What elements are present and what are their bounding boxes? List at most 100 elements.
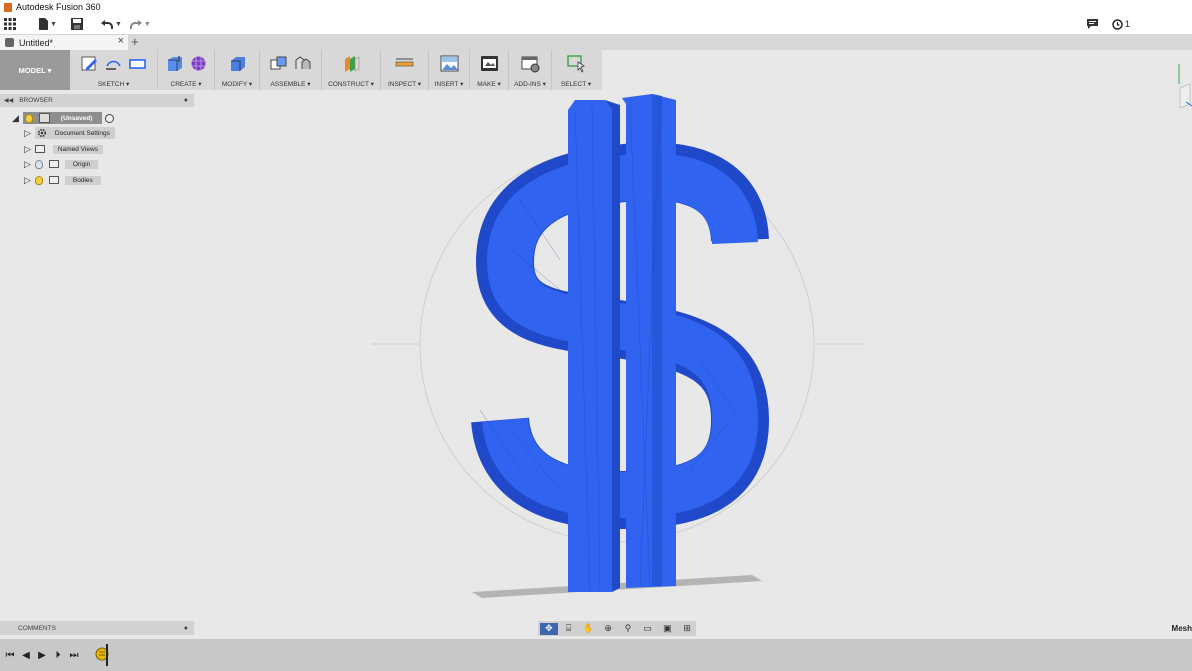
comments-panel-header[interactable]: COMMENTS ●: [0, 621, 194, 635]
sketch-group-label: SKETCH ▾: [97, 81, 130, 88]
expand-arrow-icon[interactable]: ▷: [24, 175, 31, 186]
new-component-icon[interactable]: [269, 54, 288, 73]
orbit-mode-icon[interactable]: ✥: [540, 622, 558, 635]
step-back-icon[interactable]: ◀: [18, 650, 34, 661]
tree-item-origin[interactable]: ▷ Origin: [24, 158, 99, 170]
insert-group[interactable]: INSERT ▾: [429, 50, 470, 90]
go-to-end-icon[interactable]: ⏭: [66, 650, 82, 661]
app-grid-button[interactable]: [0, 15, 20, 33]
3d-print-icon[interactable]: [480, 54, 499, 73]
step-forward-icon[interactable]: ⏵: [50, 650, 66, 661]
create-sketch-icon[interactable]: [80, 54, 99, 73]
undo-button[interactable]: ▼: [97, 15, 126, 33]
collapse-browser-icon[interactable]: ◀◀: [4, 97, 13, 104]
zoom-window-icon[interactable]: ⊕: [599, 623, 617, 635]
assemble-group[interactable]: ASSEMBLE ▾: [260, 50, 322, 90]
inspect-group[interactable]: INSPECT ▾: [381, 50, 429, 90]
fusion-logo-icon: [4, 2, 12, 12]
expand-arrow-icon[interactable]: ▷: [24, 128, 31, 139]
tree-root-unsaved[interactable]: ◢ (Unsaved): [12, 112, 115, 124]
create-group[interactable]: CREATE ▾: [158, 50, 215, 90]
construct-group[interactable]: CONSTRUCT ▾: [322, 50, 381, 90]
window-title: Autodesk Fusion 360: [16, 2, 101, 12]
save-button[interactable]: [67, 15, 87, 33]
expand-arrow-icon[interactable]: ▷: [24, 144, 31, 155]
sketch-line-icon[interactable]: [104, 54, 123, 73]
gear-icon: [37, 128, 46, 138]
go-to-start-icon[interactable]: ⏮: [2, 650, 18, 661]
ribbon-toolbar: MODEL ▾ SKETCH ▾ CREATE ▾ MODIFY ▾ ASSEM…: [0, 50, 602, 90]
expand-arrow-icon[interactable]: ▷: [24, 159, 31, 170]
grid-settings-icon[interactable]: ⊞: [678, 623, 696, 635]
folder-icon: [34, 145, 45, 153]
viewcube[interactable]: [1176, 62, 1192, 112]
create-group-label: CREATE ▾: [170, 81, 202, 88]
display-settings-icon[interactable]: ▭: [639, 623, 657, 635]
insert-group-label: INSERT ▾: [434, 81, 464, 88]
dollar-bar-left: [568, 100, 612, 592]
pan-hand-icon[interactable]: ✋: [580, 623, 598, 635]
sketch-rectangle-icon[interactable]: [128, 54, 147, 73]
select-group[interactable]: SELECT ▾: [552, 50, 600, 90]
named-views-label: Named Views: [52, 144, 103, 154]
grid-icon: [4, 18, 16, 30]
visibility-bulb-off-icon[interactable]: [34, 159, 43, 169]
tree-item-document-settings[interactable]: ▷ Document Settings: [24, 127, 115, 139]
inspect-group-label: INSPECT ▾: [387, 81, 422, 88]
comments-title: COMMENTS: [18, 624, 56, 632]
collapse-arrow-icon[interactable]: ◢: [12, 113, 19, 124]
extrude-icon[interactable]: [165, 54, 184, 73]
add-comment-icon[interactable]: ●: [184, 625, 188, 632]
modify-group[interactable]: MODIFY ▾: [215, 50, 260, 90]
document-icon: [5, 38, 14, 47]
redo-button[interactable]: ▼: [126, 15, 155, 33]
press-pull-icon[interactable]: [228, 54, 247, 73]
look-at-icon[interactable]: ⌸: [560, 623, 578, 635]
visibility-bulb-icon[interactable]: [34, 175, 43, 185]
browser-options-icon[interactable]: ●: [184, 97, 188, 104]
component-icon: [38, 113, 50, 123]
make-group[interactable]: MAKE ▾: [470, 50, 509, 90]
activate-component-icon[interactable]: [105, 113, 115, 123]
dollar-sign-model: [471, 94, 770, 598]
document-tab-label: Untitled*: [19, 37, 54, 48]
tree-item-bodies[interactable]: ▷ Bodies: [24, 174, 101, 186]
add-ins-group[interactable]: ADD-INS ▾: [509, 50, 552, 90]
visibility-bulb-icon[interactable]: [24, 113, 33, 123]
timeline-mesh-feature-icon[interactable]: [94, 644, 112, 666]
workspace-switcher[interactable]: MODEL ▾: [0, 50, 70, 90]
job-status-count: 1: [1124, 19, 1130, 29]
comment-icon[interactable]: [1086, 19, 1098, 29]
undo-icon: [100, 20, 113, 29]
sketch-group[interactable]: SKETCH ▾: [70, 50, 158, 90]
offset-plane-icon[interactable]: [342, 54, 361, 73]
joint-icon[interactable]: [293, 54, 312, 73]
job-status-button[interactable]: 1: [1112, 18, 1130, 30]
bodies-label: Bodies: [64, 175, 101, 185]
select-icon[interactable]: [566, 54, 586, 73]
save-icon: [70, 18, 83, 30]
file-menu-button[interactable]: ▼: [34, 15, 61, 33]
document-settings-label: Document Settings: [54, 129, 110, 137]
close-tab-icon[interactable]: ×: [118, 35, 124, 47]
insert-image-icon[interactable]: [440, 54, 459, 73]
folder-icon: [48, 160, 59, 168]
new-tab-button[interactable]: +: [131, 34, 139, 49]
orbit-circle: [419, 147, 815, 543]
visual-style-icon[interactable]: ▣: [659, 623, 677, 635]
root-node: (Unsaved): [22, 112, 103, 124]
document-tab[interactable]: Untitled* ×: [0, 35, 128, 50]
dollar-s-curve: [482, 153, 759, 519]
browser-title: BROWSER: [19, 97, 53, 104]
origin-label: Origin: [64, 159, 99, 169]
mesh-lines: [479, 99, 741, 591]
form-icon[interactable]: [189, 54, 208, 73]
tree-item-named-views[interactable]: ▷ Named Views: [24, 143, 103, 155]
play-icon[interactable]: ▶: [34, 650, 50, 661]
folder-icon: [48, 176, 59, 184]
browser-header[interactable]: ◀◀ BROWSER ●: [0, 94, 194, 107]
measure-icon[interactable]: [395, 54, 414, 73]
scripts-addins-icon[interactable]: [521, 54, 540, 73]
timeline-bar: ⏮ ◀ ▶ ⏵ ⏭: [0, 639, 1192, 671]
fit-zoom-icon[interactable]: ⚲: [619, 623, 637, 635]
